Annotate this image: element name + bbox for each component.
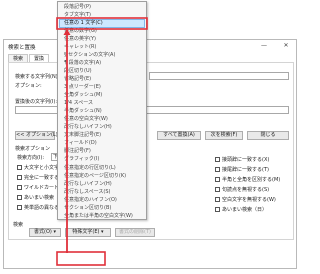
sounds-like-ja-label: あいまい検索（日） (222, 207, 268, 213)
replace-with-label: 置換後の文字列(I): (15, 99, 58, 105)
ignore-punct-checkbox[interactable] (215, 187, 220, 192)
replace-panel: 検索する文字列(N): オプション: 置換後の文字列(I): << オプション(… (8, 62, 294, 240)
special-characters-menu: 段落記号(P) タブ文字(T) 任意の 1 文字(C) 任意の数字(G) 任意の英字(Y… (57, 1, 147, 220)
ignore-space-label: 空白文字を無視する(W) (222, 197, 276, 203)
ignore-punct-label: 句読点を無視する(S) (222, 187, 270, 193)
match-suffix-checkbox[interactable] (215, 167, 220, 172)
match-case-checkbox[interactable] (17, 165, 22, 170)
close-icon[interactable]: ✕ (280, 42, 292, 50)
format-button[interactable]: 書式(O) ▾ (29, 228, 61, 237)
menu-item[interactable]: 全角または半角の空白文字(W) (64, 212, 133, 220)
search-options-label: 検索オプション (15, 146, 51, 152)
sounds-like-ja-checkbox[interactable] (215, 207, 220, 212)
match-suffix-label: 接尾辞に一致する(T) (222, 167, 269, 173)
word-forms-checkbox[interactable] (17, 205, 22, 210)
special-button[interactable]: 特殊文字(E) ▾ (65, 228, 111, 237)
whole-word-checkbox[interactable] (17, 175, 22, 180)
find-what-input[interactable] (149, 72, 289, 80)
close-button[interactable]: 閉じる (247, 131, 289, 140)
direction-label: 検索方向(I): (17, 155, 45, 161)
less-options-button[interactable]: << オプション(L) (15, 131, 58, 140)
find-what-label: 検索する文字列(N): (15, 74, 60, 80)
dialog-title: 検索と置換 (8, 45, 36, 51)
match-width-label: 半角と全角を区別する(M) (222, 177, 281, 183)
wildcards-checkbox[interactable] (17, 185, 22, 190)
find-section-label: 検索 (13, 222, 24, 228)
find-next-button[interactable]: 次を検索(F) (205, 131, 243, 140)
no-formatting-button[interactable]: 書式の削除(T) (115, 228, 155, 237)
find-replace-dialog: 検索と置換 — ✕ 検索 置換 検索する文字列(N): オプション: 置換後の文… (3, 39, 297, 269)
sounds-like-checkbox[interactable] (17, 195, 22, 200)
match-prefix-checkbox[interactable] (215, 157, 220, 162)
minimize-icon[interactable]: — (258, 42, 270, 50)
options-label: オプション: (15, 83, 42, 89)
title-bar: 検索と置換 — ✕ (4, 40, 296, 52)
ignore-space-checkbox[interactable] (215, 197, 220, 202)
match-prefix-label: 接頭辞に一致する(X) (222, 157, 270, 163)
replace-all-button[interactable]: すべて置換(A) (157, 131, 201, 140)
tab-find[interactable]: 検索 (8, 54, 28, 62)
match-width-checkbox[interactable] (215, 177, 220, 182)
